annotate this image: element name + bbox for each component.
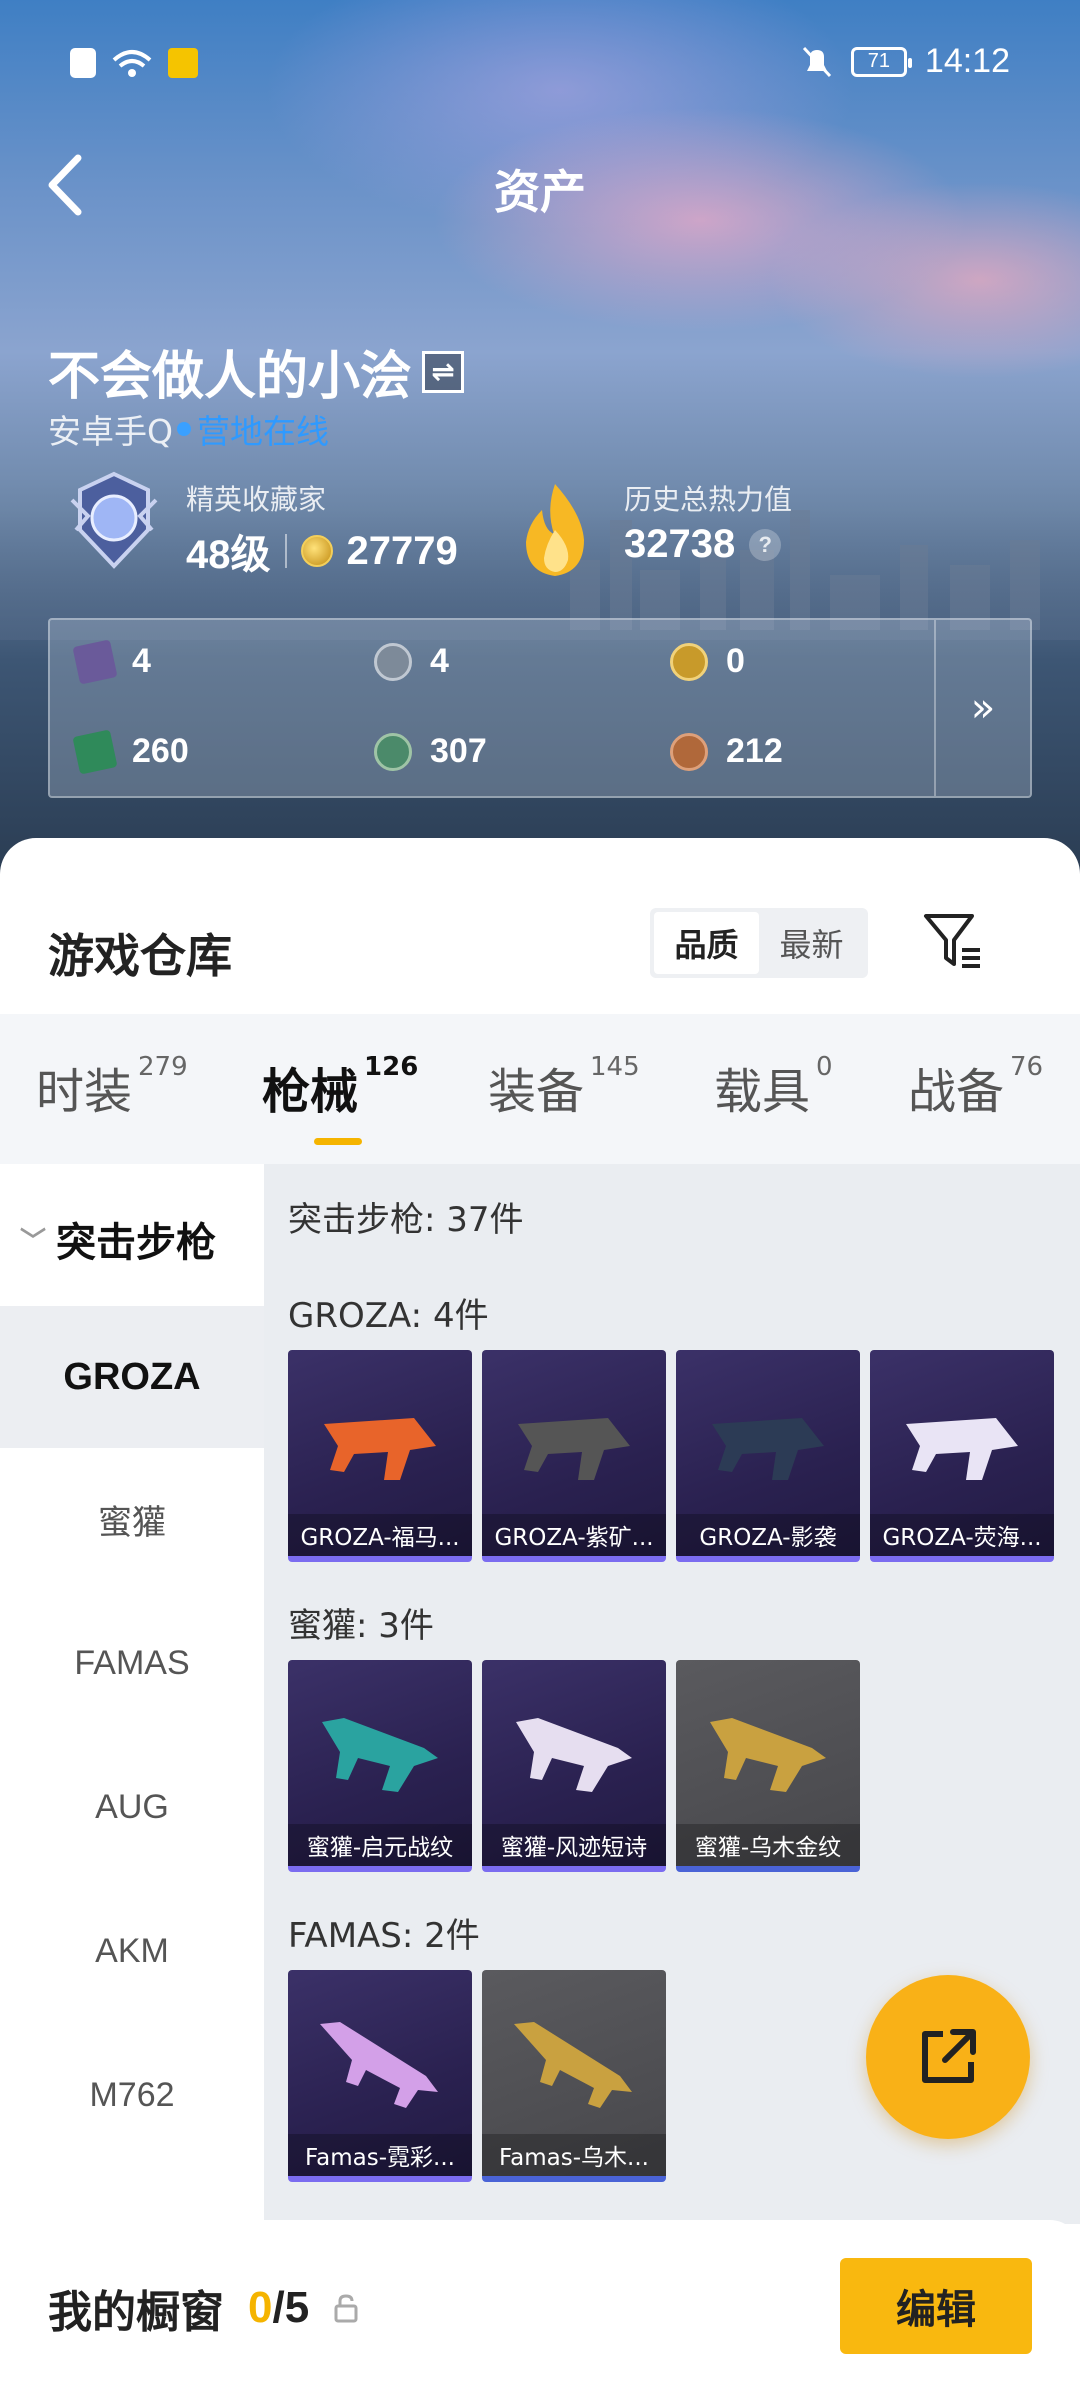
group-label: 蜜獾: 3件	[288, 1606, 434, 1646]
tab-vehicles[interactable]: 载具 0	[714, 1052, 833, 1122]
subnav-item[interactable]: GROZA	[0, 1306, 264, 1448]
warehouse-title: 游戏仓库	[48, 929, 232, 983]
resource-item: 212	[670, 732, 783, 771]
heat-stat: 历史总热力值 32738 ?	[624, 483, 793, 566]
warehouse-sheet: 游戏仓库 品质 最新 时装 279 枪械 126 装备 145 载具 0 战备 76 ﹀ …	[0, 838, 1080, 2388]
status-bar: 71 14:12	[0, 0, 1080, 130]
profile-platform: 安卓手Q 营地在线	[48, 412, 329, 451]
collector-stat: 精英收藏家 48级 27779	[186, 483, 458, 577]
category-count: 突击步枪: 37件	[288, 1200, 524, 1240]
silver-medal-icon	[374, 642, 412, 681]
resource-item: 4	[72, 638, 151, 685]
page-title: 资产	[494, 165, 586, 219]
green-card-icon	[72, 728, 118, 775]
mute-bell-icon	[802, 46, 832, 77]
smg-icon	[710, 1718, 826, 1792]
profile-username: 不会做人的小浍 ⇌	[48, 334, 465, 409]
external-link-icon	[922, 2029, 976, 2083]
lock-icon	[334, 2294, 358, 2323]
card-icon	[72, 638, 118, 685]
notification-icon	[70, 48, 96, 78]
category-tabs: 时装 279 枪械 126 装备 145 载具 0 战备 76	[0, 1014, 1080, 1164]
smg-icon	[516, 1718, 632, 1792]
sort-toggle: 品质 最新	[650, 908, 868, 978]
showcase-bar: 我的橱窗 0/5 编辑	[0, 2220, 1080, 2388]
group-label: GROZA: 4件	[288, 1296, 489, 1336]
tab-supplies[interactable]: 战备 76	[908, 1052, 1043, 1122]
share-button[interactable]	[866, 1975, 1030, 2139]
tab-fashion[interactable]: 时装 279	[36, 1052, 188, 1122]
flame-icon	[526, 484, 584, 576]
help-icon[interactable]: ?	[749, 528, 782, 561]
active-tab-indicator	[314, 1138, 362, 1145]
filter-icon[interactable]	[922, 910, 984, 972]
coin-icon	[300, 535, 333, 567]
subnav-item[interactable]: AKM	[0, 1880, 264, 2022]
resource-item: 307	[374, 732, 487, 771]
rifle-icon	[518, 1418, 630, 1480]
sort-latest-button[interactable]: 最新	[759, 912, 864, 974]
item-card[interactable]: 蜜獾-风迹短诗	[482, 1660, 666, 1872]
switch-account-icon[interactable]: ⇌	[422, 350, 465, 393]
item-card[interactable]: GROZA-福马...	[288, 1350, 472, 1562]
rifle-icon	[906, 1418, 1018, 1480]
app-notification-icon	[168, 48, 198, 78]
subnav-item[interactable]: AUG	[0, 1736, 264, 1878]
clock: 14:12	[924, 42, 1010, 80]
online-dot-icon	[176, 422, 191, 436]
rifle-icon	[320, 2022, 438, 2108]
gold-medal-icon	[670, 642, 708, 681]
chevron-down-icon: ﹀	[20, 1226, 47, 1257]
subnav-item[interactable]: 蜜獾	[0, 1448, 264, 1590]
double-chevron-right-icon: »	[970, 685, 996, 731]
wifi-icon	[112, 50, 152, 77]
item-card[interactable]: 蜜獾-乌木金纹	[676, 1660, 860, 1872]
resource-item: 0	[670, 642, 745, 681]
item-card[interactable]: Famas-霓彩...	[288, 1970, 472, 2182]
item-card[interactable]: Famas-乌木...	[482, 1970, 666, 2182]
edit-button[interactable]: 编辑	[840, 2258, 1032, 2354]
resources-more-button[interactable]: »	[934, 620, 1030, 796]
subnav-item[interactable]: M762	[0, 2024, 264, 2166]
showcase-title: 我的橱窗 0/5	[48, 2276, 359, 2340]
rifle-icon	[514, 2022, 632, 2108]
item-card[interactable]: GROZA-荧海...	[870, 1350, 1054, 1562]
green-orb-icon	[374, 732, 412, 771]
smg-icon	[322, 1718, 438, 1792]
item-card[interactable]: 蜜獾-启元战纹	[288, 1660, 472, 1872]
group-label: FAMAS: 2件	[288, 1916, 480, 1956]
weapon-subnav: ﹀ 突击步枪 GROZA 蜜獾 FAMAS AUG AKM M762	[0, 1164, 264, 2224]
item-card[interactable]: GROZA-影袭	[676, 1350, 860, 1562]
tab-equipment[interactable]: 装备 145	[488, 1052, 640, 1122]
collector-medal-icon	[70, 471, 158, 569]
battery-icon: 71	[850, 46, 912, 77]
tab-guns[interactable]: 枪械 126	[262, 1052, 418, 1122]
rifle-icon	[324, 1418, 436, 1480]
sort-quality-button[interactable]: 品质	[654, 912, 759, 974]
category-header[interactable]: ﹀ 突击步枪	[20, 1210, 216, 1268]
item-card[interactable]: GROZA-紫矿...	[482, 1350, 666, 1562]
rifle-icon	[712, 1418, 824, 1480]
subnav-item[interactable]: FAMAS	[0, 1592, 264, 1734]
resource-item: 260	[72, 728, 189, 775]
resource-grid: 4 4 0 260 307 212 »	[48, 618, 1032, 798]
resource-item: 4	[374, 642, 449, 681]
bronze-orb-icon	[670, 732, 708, 771]
